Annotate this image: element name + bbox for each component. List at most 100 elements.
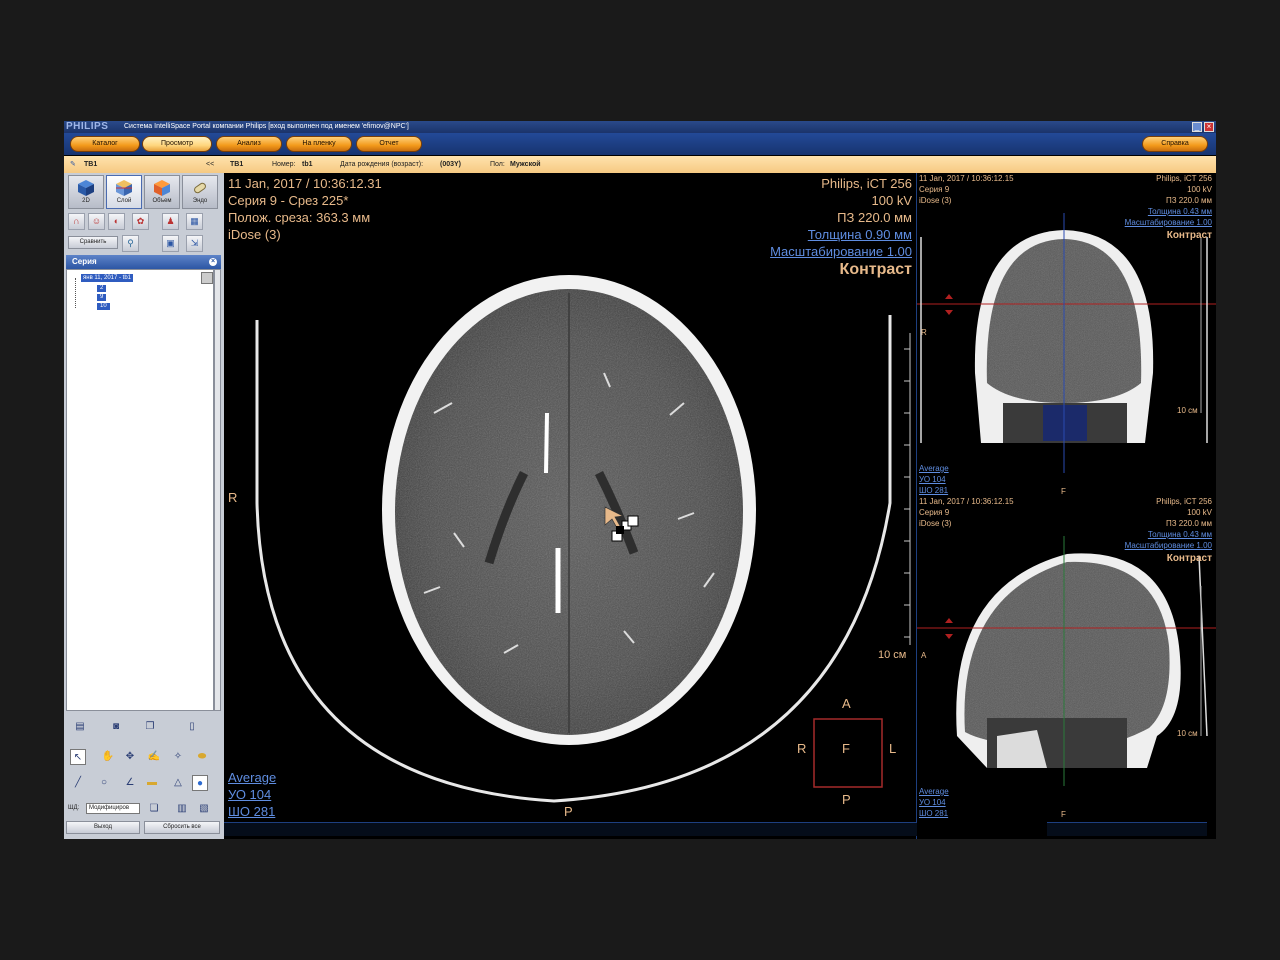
- view-button[interactable]: Просмотр: [142, 136, 212, 152]
- main-preset: Контраст: [839, 261, 912, 278]
- save-icon[interactable]: ▤: [72, 719, 88, 735]
- camera-icon[interactable]: ◙: [108, 719, 124, 735]
- reset-all-button[interactable]: Сбросить все: [144, 821, 220, 834]
- main-kv: 100 kV: [871, 193, 912, 208]
- main-scanner: Philips, iCT 256: [821, 176, 912, 191]
- export-icon[interactable]: ⇲: [186, 235, 203, 252]
- ellipse-tool-icon[interactable]: ○: [96, 775, 112, 791]
- close-series-icon[interactable]: ×: [209, 258, 217, 266]
- body-icon[interactable]: ♟: [162, 213, 179, 230]
- tab-slice[interactable]: Слой: [106, 175, 142, 209]
- analysis-button[interactable]: Анализ: [216, 136, 282, 152]
- tab-2d-label: 2D: [82, 198, 90, 204]
- minimize-button[interactable]: _: [1192, 122, 1202, 132]
- exit-button[interactable]: Выход: [66, 821, 140, 834]
- sagittal-scale-label: 10 см: [1177, 729, 1198, 738]
- ruler-tool-icon[interactable]: ▬: [144, 775, 160, 791]
- wl-tool-icon[interactable]: ✍: [146, 749, 162, 765]
- coronal-thickness-link[interactable]: Толщина 0.43 мм: [1148, 206, 1212, 217]
- tab-2d[interactable]: 2D: [68, 175, 104, 209]
- main-idose: iDose (3): [228, 227, 281, 242]
- coronal-window-width[interactable]: ШО 281: [919, 485, 948, 496]
- wl-preset-select[interactable]: Модифициров: [86, 803, 140, 814]
- sagittal-window-width[interactable]: ШО 281: [919, 808, 948, 819]
- coronal-average-link[interactable]: Average: [919, 463, 949, 474]
- pan-tool-icon[interactable]: ✥: [122, 749, 138, 765]
- window-title: Система IntelliSpace Portal компании Phi…: [124, 123, 409, 130]
- tree-item-series-2[interactable]: 2: [97, 285, 107, 292]
- sagittal-marker-bottom[interactable]: [945, 634, 953, 639]
- coronal-window-center[interactable]: УО 104: [919, 474, 946, 485]
- main-date-time: 11 Jan, 2017 / 10:36:12.31: [228, 176, 382, 191]
- tab-volume[interactable]: Объем: [144, 175, 180, 209]
- link-icon[interactable]: ⚲: [122, 235, 139, 252]
- pointer-tool-icon[interactable]: ↖: [70, 749, 86, 765]
- sagittal-thickness-link[interactable]: Толщина 0.43 мм: [1148, 529, 1212, 540]
- film-icon[interactable]: ▥: [174, 801, 190, 817]
- coronal-marker-top[interactable]: [945, 294, 953, 299]
- film-button[interactable]: На пленку: [286, 136, 352, 152]
- coronal-zoom-link[interactable]: Масштабирование 1.00: [1125, 217, 1212, 228]
- series-scrollbar[interactable]: [214, 269, 221, 711]
- sagittal-average-link[interactable]: Average: [919, 786, 949, 797]
- angle-tool-icon[interactable]: ∠: [122, 775, 138, 791]
- catalog-button[interactable]: Каталог: [70, 136, 140, 152]
- report-button[interactable]: Отчет: [356, 136, 422, 152]
- tree-item-series-9[interactable]: 9: [97, 294, 107, 301]
- gallery-icon[interactable]: ▧: [196, 801, 212, 817]
- layout-icon[interactable]: ▦: [186, 213, 203, 230]
- brain-icon[interactable]: ✿: [132, 213, 149, 230]
- head-profile-icon[interactable]: ◐: [108, 213, 125, 230]
- collapse-panel-button[interactable]: <<: [206, 156, 214, 173]
- hand-tool-icon[interactable]: ✋: [100, 749, 116, 765]
- sagittal-orient-bottom: F: [1061, 810, 1066, 819]
- coronal-scanner: Philips, iCT 256: [1156, 174, 1212, 183]
- tab-slice-label: Слой: [116, 198, 132, 204]
- sagittal-series: Серия 9: [919, 508, 950, 517]
- sagittal-scanner: Philips, iCT 256: [1156, 497, 1212, 506]
- coronal-scale-label: 10 см: [1177, 406, 1198, 415]
- book-icon[interactable]: ▯: [184, 719, 200, 735]
- coronal-viewport[interactable]: 11 Jan, 2017 / 10:36:12.15 Серия 9 iDose…: [917, 173, 1216, 496]
- compare-button[interactable]: Сравнить: [68, 236, 118, 249]
- copy-icon[interactable]: ❐: [142, 719, 158, 735]
- head-icon[interactable]: ☺: [88, 213, 105, 230]
- layers-icon[interactable]: ❏: [146, 801, 162, 817]
- main-average-link[interactable]: Average: [228, 769, 276, 786]
- patient-info-bar: ✎ ТВ1 << ТВ1 Номер: tb1 Дата рождения (в…: [64, 156, 1216, 173]
- tab-endo[interactable]: Эндо: [182, 175, 218, 209]
- help-button[interactable]: Справка: [1142, 136, 1208, 152]
- axial-viewport[interactable]: 11 Jan, 2017 / 10:36:12.31 Серия 9 - Сре…: [224, 173, 917, 839]
- main-window-center[interactable]: УО 104: [228, 786, 271, 803]
- cube-label-center: F: [842, 741, 850, 756]
- zoom-tool-icon[interactable]: ✧: [170, 749, 186, 765]
- sagittal-kv: 100 kV: [1187, 508, 1212, 517]
- sagittal-marker-top[interactable]: [945, 618, 953, 623]
- pin-icon[interactable]: ✎: [70, 156, 76, 173]
- left-panel: 2D Слой Объем Эндо ∩ ☺ ◐ ✿ ♟ ▦ Сравнить …: [64, 173, 224, 839]
- tree-root-study[interactable]: янв 11, 2017 - tb1: [81, 274, 133, 282]
- teeth-icon[interactable]: ∩: [68, 213, 85, 230]
- sagittal-fov: ПЗ 220.0 мм: [1165, 519, 1212, 528]
- main-zoom-link[interactable]: Масштабирование 1.00: [770, 243, 912, 260]
- application-window: PHILIPS Система IntelliSpace Portal комп…: [64, 121, 1216, 839]
- cube-2d-icon: [78, 180, 94, 196]
- series-tree: янв 11, 2017 - tb1 2 9 10: [66, 269, 214, 711]
- sagittal-window-center[interactable]: УО 104: [919, 797, 946, 808]
- sagittal-viewport[interactable]: 11 Jan, 2017 / 10:36:12.15 Серия 9 iDose…: [917, 496, 1216, 839]
- thumbnail-icon[interactable]: [201, 272, 213, 284]
- line-tool-icon[interactable]: ╱: [70, 775, 86, 791]
- coronal-marker-bottom[interactable]: [945, 310, 953, 315]
- main-thickness-link[interactable]: Толщина 0.90 мм: [808, 226, 912, 243]
- main-window-width[interactable]: ШО 281: [228, 803, 275, 820]
- patient-tab-label[interactable]: ТВ1: [84, 156, 97, 173]
- close-button[interactable]: ×: [1204, 122, 1214, 132]
- roi-tool-icon[interactable]: ●: [192, 775, 208, 791]
- shape-tool-icon[interactable]: ⬬: [194, 749, 210, 765]
- tree-item-series-10[interactable]: 10: [97, 303, 110, 310]
- cube-tool-icon[interactable]: ▣: [162, 235, 179, 252]
- series-panel-header: Серия ×: [66, 255, 221, 269]
- sagittal-zoom-link[interactable]: Масштабирование 1.00: [1125, 540, 1212, 551]
- coronal-series: Серия 9: [919, 185, 950, 194]
- annotation-tool-icon[interactable]: △: [170, 775, 186, 791]
